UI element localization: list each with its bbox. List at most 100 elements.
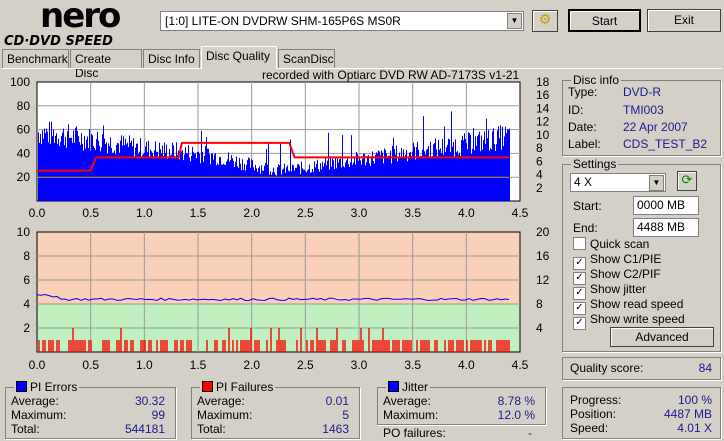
type-label: Type: xyxy=(568,85,598,99)
label-value: CDS_TEST_B2 xyxy=(623,137,708,151)
po-failures-value: - xyxy=(528,426,532,440)
chevron-down-icon[interactable]: ▼ xyxy=(507,13,522,29)
pif-warning-zone xyxy=(37,232,520,304)
y2-tick-label: 8 xyxy=(536,297,543,311)
pi-failures-group: PI Failures Average: 0.01 Maximum: 5 Total… xyxy=(191,380,360,439)
checkbox-label: Show C1/PIE xyxy=(590,252,662,266)
pi-errors-title: PI Errors xyxy=(30,380,78,394)
x-tick-label: 1.5 xyxy=(190,206,207,220)
pi-errors-max: 99 xyxy=(151,408,165,422)
y2-tick-label: 16 xyxy=(536,249,550,263)
refresh-icon[interactable]: ⟳ xyxy=(677,171,697,191)
pi-errors-total: 544181 xyxy=(124,422,165,436)
y2-tick-label: 8 xyxy=(536,141,543,155)
x-tick-label: 3.0 xyxy=(351,206,368,220)
checkbox-label: Show read speed xyxy=(590,297,684,311)
jitter-title: Jitter xyxy=(402,380,429,394)
pi-errors-total-label: Total: xyxy=(11,422,40,436)
drive-config-icon[interactable]: ⚙ xyxy=(532,10,558,32)
checkbox-label: Show write speed xyxy=(590,312,685,326)
x-tick-label: 0.0 xyxy=(29,358,46,370)
x-tick-label: 1.0 xyxy=(136,206,153,220)
pi-errors-max-label: Maximum: xyxy=(11,408,67,422)
x-tick-label: 3.5 xyxy=(404,358,421,370)
y-tick-label: 60 xyxy=(17,123,31,137)
cd-dvd-speed-logo: CD·DVD SPEED xyxy=(4,34,113,49)
nero-logo: nero xyxy=(40,0,121,36)
settings-group: Settings 4 X ▼ ⟳ Start: 0000 MB End: 4488… xyxy=(562,157,721,352)
tab-disc-info[interactable]: Disc Info xyxy=(143,49,200,68)
pi-failures-avg-label: Average: xyxy=(197,394,245,408)
y2-tick-label: 10 xyxy=(536,128,550,142)
jitter-group: Jitter Average: 8.78 % Maximum: 12.0 % xyxy=(377,380,546,425)
speed-select[interactable]: 4 X ▼ xyxy=(570,173,666,192)
y2-tick-label: 16 xyxy=(536,88,550,102)
checkbox-box[interactable] xyxy=(573,237,586,250)
jitter-max-label: Maximum: xyxy=(383,408,439,422)
start-input[interactable]: 0000 MB xyxy=(633,196,699,215)
position-value: 4487 MB xyxy=(663,407,712,421)
disc-info-group: Disc info Type: DVD-R ID: TMI003 Date: 22 A… xyxy=(562,73,721,156)
progress-group: Progress: 100 % Position: 4487 MB Speed: 4.… xyxy=(562,387,721,439)
jitter-max: 12.0 % xyxy=(497,408,535,422)
tab-benchmark[interactable]: Benchmark xyxy=(2,49,69,68)
y-tick-label: 2 xyxy=(23,321,30,335)
exit-button[interactable]: Exit xyxy=(647,9,721,32)
y2-tick-label: 4 xyxy=(536,321,543,335)
x-tick-label: 4.5 xyxy=(512,358,529,370)
checkbox-label: Show jitter xyxy=(590,282,647,296)
end-input[interactable]: 4488 MB xyxy=(633,218,699,237)
date-value: 22 Apr 2007 xyxy=(623,120,688,134)
quality-score-value: 84 xyxy=(698,361,712,375)
x-tick-label: 3.0 xyxy=(351,358,368,370)
quality-score-label: Quality score: xyxy=(570,361,644,375)
pi-errors-group: PI Errors Average: 30.32 Maximum: 99 Total… xyxy=(5,380,176,439)
y2-tick-label: 18 xyxy=(536,75,550,89)
advanced-button[interactable]: Advanced xyxy=(610,327,714,347)
y-tick-label: 4 xyxy=(23,297,30,311)
tab-scandisc[interactable]: ScanDisc xyxy=(278,49,335,68)
progress-value: 100 % xyxy=(677,393,712,407)
x-tick-label: 4.0 xyxy=(458,358,475,370)
start-button[interactable]: Start xyxy=(568,9,641,32)
x-tick-label: 3.5 xyxy=(404,206,421,220)
x-tick-label: 2.5 xyxy=(297,206,314,220)
charts: 0.0 0.0 0.5 0.5 1.0 1.0 1.5 1.5 2.0 2.0 2.5 2.5 3.0 3… xyxy=(10,75,550,370)
x-tick-label: 2.0 xyxy=(243,358,260,370)
x-tick-label: 2.0 xyxy=(243,206,260,220)
tab-create-disc[interactable]: Create Disc xyxy=(70,49,142,80)
y-tick-label: 20 xyxy=(17,170,31,184)
pi-failures-max: 5 xyxy=(342,408,349,422)
id-value: TMI003 xyxy=(623,103,664,117)
y2-tick-label: 2 xyxy=(536,181,543,195)
checkbox-quick-scan[interactable]: Quick scan xyxy=(573,237,649,251)
y-tick-label: 80 xyxy=(17,99,31,113)
drive-select[interactable]: [1:0] LITE-ON DVDRW SHM-165P6S MS0R ▼ xyxy=(160,11,524,31)
settings-title: Settings xyxy=(571,157,619,171)
pi-failures-avg: 0.01 xyxy=(325,394,349,408)
checkbox-label: Quick scan xyxy=(590,237,650,251)
x-tick-label: 0.5 xyxy=(82,206,99,220)
pi-failures-color-icon xyxy=(202,381,213,392)
chevron-down-icon[interactable]: ▼ xyxy=(649,175,664,191)
quality-score-box: Quality score: 84 xyxy=(562,357,721,380)
drive-value: [1:0] LITE-ON DVDRW SHM-165P6S MS0R xyxy=(165,14,401,28)
start-label: Start: xyxy=(573,199,602,213)
y2-tick-label: 12 xyxy=(536,115,550,129)
pi-errors-avg: 30.32 xyxy=(134,394,165,408)
x-tick-label: 0.5 xyxy=(82,358,99,370)
checkbox-box[interactable]: ✓ xyxy=(573,317,586,330)
jitter-avg-label: Average: xyxy=(383,394,431,408)
tab-disc-quality[interactable]: Disc Quality xyxy=(201,46,277,69)
pi-failures-title: PI Failures xyxy=(216,380,274,394)
y2-tick-label: 14 xyxy=(536,101,550,115)
y-tick-label: 6 xyxy=(23,273,30,287)
x-tick-label: 4.5 xyxy=(512,206,529,220)
y2-tick-label: 4 xyxy=(536,168,543,182)
speed-value: 4 X xyxy=(574,175,593,189)
pi-failures-total: 1463 xyxy=(322,422,349,436)
pi-errors-avg-label: Average: xyxy=(11,394,59,408)
speed-label: Speed: xyxy=(570,421,609,435)
y2-tick-label: 12 xyxy=(536,273,550,287)
x-tick-label: 2.5 xyxy=(297,358,314,370)
